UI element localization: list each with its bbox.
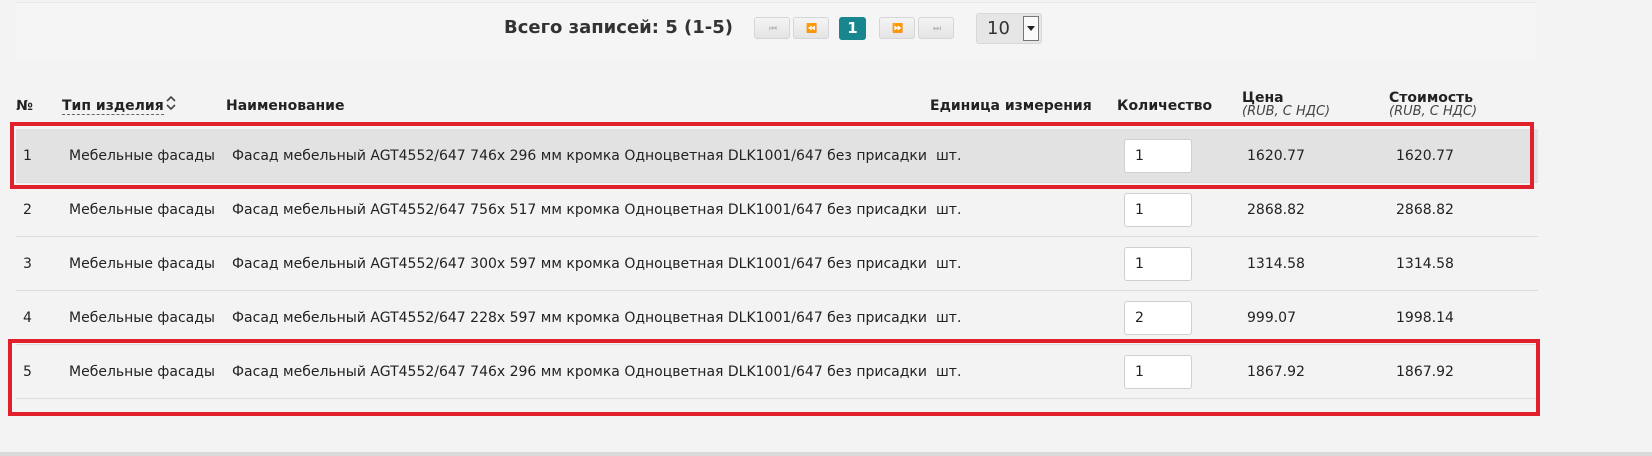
row-name: Фасад мебельный AGT4552/647 300x 597 мм … — [232, 256, 927, 272]
prev-page-icon: ⏪ — [806, 24, 817, 34]
row-cost: 2868.82 — [1396, 202, 1454, 218]
table-row[interactable]: 1 Мебельные фасады Фасад мебельный AGT45… — [16, 129, 1538, 183]
next-page-button[interactable]: ⏩ — [879, 17, 915, 39]
row-unit: шт. — [936, 202, 962, 218]
header-name: Наименование — [226, 98, 345, 114]
header-cost-currency: (RUB, С НДС) — [1389, 104, 1478, 119]
chevron-down-icon[interactable] — [1023, 16, 1039, 41]
quantity-input[interactable] — [1124, 193, 1192, 227]
row-price: 1620.77 — [1247, 148, 1305, 164]
row-type: Мебельные фасады — [69, 256, 215, 272]
row-cost: 1314.58 — [1396, 256, 1454, 272]
current-page-button[interactable]: 1 — [839, 17, 866, 40]
row-name: Фасад мебельный AGT4552/647 746x 296 мм … — [232, 148, 927, 164]
header-unit: Единица измерения — [930, 98, 1092, 114]
page: Всего записей: 5 (1-5) ⏮ ⏪ 1 ⏩ ⏭ 10 № Ти… — [0, 0, 1652, 456]
header-type[interactable]: Тип изделия — [62, 98, 164, 115]
total-records-label: Всего записей: 5 (1-5) — [504, 17, 734, 38]
first-page-icon: ⏮ — [768, 24, 777, 34]
next-page-icon: ⏩ — [892, 24, 903, 34]
first-page-button[interactable]: ⏮ — [754, 17, 790, 39]
row-type: Мебельные фасады — [69, 364, 215, 380]
last-page-icon: ⏭ — [932, 24, 941, 34]
row-price: 2868.82 — [1247, 202, 1305, 218]
quantity-input[interactable] — [1124, 355, 1192, 389]
row-name: Фасад мебельный AGT4552/647 756x 517 мм … — [232, 202, 927, 218]
sort-icon[interactable] — [166, 95, 176, 111]
row-cost: 1998.14 — [1396, 310, 1454, 326]
row-price: 999.07 — [1247, 310, 1296, 326]
page-size-value: 10 — [987, 18, 1010, 39]
row-number: 4 — [23, 310, 32, 326]
row-number: 3 — [23, 256, 32, 272]
table-row[interactable]: 5 Мебельные фасады Фасад мебельный AGT45… — [16, 345, 1538, 399]
table-row[interactable]: 4 Мебельные фасады Фасад мебельный AGT45… — [16, 291, 1538, 345]
row-cost: 1620.77 — [1396, 148, 1454, 164]
row-number: 2 — [23, 202, 32, 218]
header-number: № — [16, 98, 33, 114]
row-name: Фасад мебельный AGT4552/647 746x 296 мм … — [232, 364, 927, 380]
quantity-input[interactable] — [1124, 301, 1192, 335]
row-type: Мебельные фасады — [69, 202, 215, 218]
header-price-currency: (RUB, С НДС) — [1242, 104, 1331, 119]
row-unit: шт. — [936, 256, 962, 272]
row-name: Фасад мебельный AGT4552/647 228x 597 мм … — [232, 310, 927, 326]
prev-page-button[interactable]: ⏪ — [793, 17, 829, 39]
row-cost: 1867.92 — [1396, 364, 1454, 380]
row-price: 1314.58 — [1247, 256, 1305, 272]
last-page-button[interactable]: ⏭ — [918, 17, 954, 39]
row-price: 1867.92 — [1247, 364, 1305, 380]
row-type: Мебельные фасады — [69, 148, 215, 164]
row-unit: шт. — [936, 364, 962, 380]
page-size-select[interactable]: 10 — [976, 13, 1042, 44]
table-row[interactable]: 3 Мебельные фасады Фасад мебельный AGT45… — [16, 237, 1538, 291]
row-number: 5 — [23, 364, 32, 380]
row-type: Мебельные фасады — [69, 310, 215, 326]
quantity-input[interactable] — [1124, 139, 1192, 173]
row-number: 1 — [23, 148, 32, 164]
header-quantity: Количество — [1117, 98, 1213, 114]
table-row[interactable]: 2 Мебельные фасады Фасад мебельный AGT45… — [16, 183, 1538, 237]
row-unit: шт. — [936, 148, 962, 164]
quantity-input[interactable] — [1124, 247, 1192, 281]
bottom-divider — [0, 452, 1652, 456]
row-unit: шт. — [936, 310, 962, 326]
